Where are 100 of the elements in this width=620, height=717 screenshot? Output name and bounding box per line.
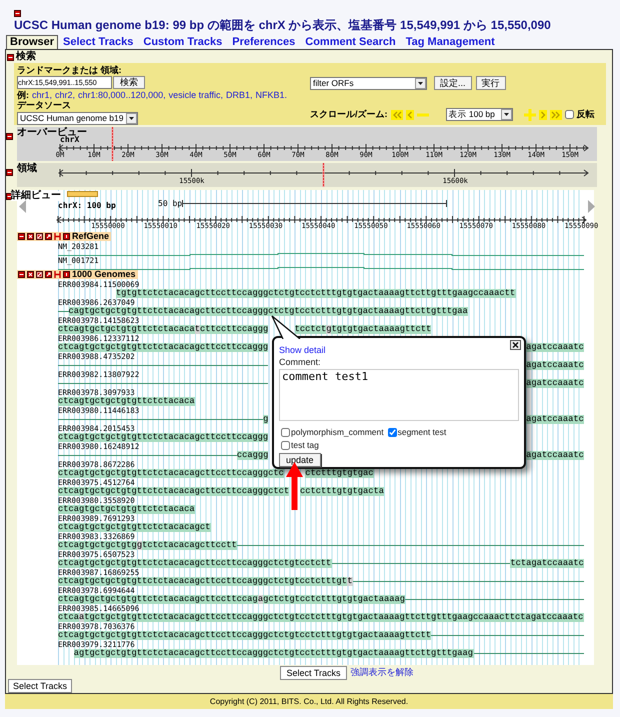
example-link[interactable]: chr1, xyxy=(32,90,52,100)
help-icon[interactable] xyxy=(63,271,70,278)
copyright-text: Copyright (C) 2011, BITS. Co., Ltd. All Rights Reserved. xyxy=(210,696,408,706)
example-link[interactable]: chr2, xyxy=(55,90,76,100)
flip-checkbox[interactable] xyxy=(564,110,574,120)
update-button[interactable]: update xyxy=(279,453,321,467)
sequence-segment: ctcagtgctgctgtg xyxy=(58,541,137,550)
arrow-icon[interactable] xyxy=(45,233,52,240)
sequence-segment: gctctgtcctctttgtgtgactaaaag xyxy=(263,595,406,604)
section-heading: 検索 xyxy=(16,52,36,62)
examples-label: 例: xyxy=(17,90,29,100)
sequence-segment: g xyxy=(263,415,268,424)
tab[interactable]: Preferences xyxy=(227,35,300,49)
region-heading: 領域 xyxy=(17,164,37,174)
collapse-icon[interactable] xyxy=(18,271,25,278)
comment-field[interactable]: comment test1 xyxy=(279,369,519,421)
sequence-segment: ctcagtgctgctgtgttctctacacagct xyxy=(58,523,211,532)
sequence-segment: agatccaaatc xyxy=(526,415,584,424)
collapse-icon[interactable] xyxy=(7,54,14,60)
sequence-segment: tgtgttctctacacagcttccttccagggctctgtcctctttgtgtgactaaaagttcttgtttgaagccaaactt xyxy=(116,289,516,298)
collapse-icon[interactable] xyxy=(6,133,13,140)
landmark-label: ランドマークまたは 領域: xyxy=(17,65,122,75)
sequence-segment: cagtgctgctgtgttctctacacagcttccttccagggctctgtcctctttgtgtgactaaaagttcttgtttgaa xyxy=(68,307,468,316)
mismatch-base: a xyxy=(79,613,84,622)
filter-select[interactable]: filter ORFs xyxy=(310,76,427,90)
chromosome-label: chrX xyxy=(60,136,80,144)
collapse-icon[interactable] xyxy=(14,10,21,17)
sequence-segment: tgtgtgactaaaagttctt xyxy=(331,325,432,334)
h-bar-icon[interactable] xyxy=(54,271,61,278)
select-tracks-tab[interactable]: Select Tracks xyxy=(8,679,72,693)
sequence-segment: ctcagtgctgctgtgttctctacaca xyxy=(58,505,195,514)
scroll-handle[interactable] xyxy=(67,191,98,197)
sequence-segment: cctctttgtgtgacta xyxy=(300,487,384,496)
position-marker xyxy=(111,127,114,161)
collapse-icon[interactable] xyxy=(6,169,13,176)
sequence-segment: agatccaaatc xyxy=(526,361,584,370)
tab[interactable]: Tag Management xyxy=(400,35,500,49)
close-icon[interactable] xyxy=(27,233,34,240)
close-icon[interactable] xyxy=(510,340,521,350)
tab[interactable]: Browser xyxy=(6,35,58,49)
slash-icon[interactable] xyxy=(36,233,43,240)
mismatch-base: g xyxy=(136,541,142,550)
position-marker xyxy=(322,163,325,187)
tag-checkbox[interactable] xyxy=(281,428,290,436)
example-link[interactable]: DRB1, xyxy=(226,90,252,100)
comment-label: Comment: xyxy=(279,357,322,368)
settings-button[interactable]: 設定... xyxy=(434,76,472,90)
mismatch-base: t xyxy=(194,325,200,334)
example-link[interactable]: chr1:80,000..120,000, xyxy=(78,90,166,100)
tab[interactable]: Comment Search xyxy=(300,35,401,49)
example-link[interactable]: NFKB1. xyxy=(255,90,287,100)
help-icon[interactable] xyxy=(63,233,70,240)
detail-heading: 詳細ビュー xyxy=(11,191,61,201)
flip-label: 反転 xyxy=(576,108,594,121)
tag-label: segment test xyxy=(398,427,446,437)
tag-label: polymorphism_comment xyxy=(291,427,384,437)
mismatch-base: t xyxy=(347,577,353,586)
tag-checkbox[interactable] xyxy=(281,440,290,450)
sequence-segment: tgctgctgtgttctctacacagcttccttccagggctctgtcctctttgtgtgactaaaagttcttgtttgaagccaaacttctagatccaaatc xyxy=(84,613,584,622)
zoom-select[interactable]: 表示 100 bp xyxy=(446,108,512,122)
h-bar-icon[interactable] xyxy=(54,233,61,240)
sequence-segment: ctcagtgctgctgtgttctctacacagcttccttccagggctctgtcctctttgt xyxy=(58,577,348,586)
page-title: UCSC Human genome b19: 99 bp の範囲を chrX から表示、塩基番号 15,549,991 から 15,550,090 xyxy=(14,18,552,32)
show-detail-link[interactable]: Show detail xyxy=(279,345,326,356)
close-icon[interactable] xyxy=(27,271,34,278)
sequence-segment: ccaggg xyxy=(236,451,268,460)
sequence-segment: ctcagtgctgctgtgttctctacaca xyxy=(58,397,195,406)
sequence-segment: agatccaaatc xyxy=(526,379,584,388)
track-title: RefGene xyxy=(70,232,112,241)
alignment-line xyxy=(58,311,69,312)
sequence-segment: ctctttgtgtgac xyxy=(305,469,374,478)
sequence-segment: agtgctgctgtgttctctacacagcttccttccagggctctgtcctctttgtgtgactaaaagttcttgtttgaag xyxy=(74,649,474,658)
scroll-zoom-label: スクロール/ズーム: xyxy=(310,108,388,121)
sequence-segment: tctctacacagcttcctt xyxy=(142,541,237,550)
sequence-segment: ctcagtgctgctgtgttctctacacagcttccttccagggctct xyxy=(58,487,290,496)
tab[interactable]: Custom Tracks xyxy=(138,35,228,49)
datasource-select[interactable]: UCSC Human genome b19 xyxy=(17,112,138,125)
example-link[interactable]: vesicle traffic, xyxy=(168,90,223,100)
sequence-segment: ctcagtgctgctgtgttctctacacagcttccttccaggg xyxy=(58,433,268,442)
arrow-icon[interactable] xyxy=(45,271,52,278)
sequence-segment: ctcagtgctgctgtgttctctacacagcttccttccag xyxy=(58,595,258,604)
tab[interactable]: Select Tracks xyxy=(58,35,138,49)
sequence-segment: ctcagtgctgctgtgttctctacacagcttccttccagggctctgtcctctttgtgtgactaaaagttctt xyxy=(58,631,432,640)
run-button[interactable]: 実行 xyxy=(476,76,506,90)
datasource-label: データソース xyxy=(17,100,72,110)
sequence-segment: agatccaaatc xyxy=(526,343,584,352)
select-tracks-button[interactable]: Select Tracks xyxy=(280,666,347,680)
slash-icon[interactable] xyxy=(36,271,43,278)
sequence-segment: tcctct xyxy=(294,325,326,334)
tag-label: test tag xyxy=(291,440,319,450)
sequence-segment: ctcagtgctgctgtgttctctacacagcttccttccagggctctgtcctctt xyxy=(58,559,332,568)
search-button[interactable]: 検索 xyxy=(113,76,145,89)
mismatch-base: a xyxy=(258,595,264,604)
sequence-segment: cttccttccaggg xyxy=(200,325,268,334)
sequence-segment: agatccaaatc xyxy=(526,451,584,460)
track-title: 1000 Genomes xyxy=(70,270,138,279)
sequence-segment: ctcagtgctgctgtgttctctacaca xyxy=(58,325,195,334)
tag-checkbox[interactable] xyxy=(388,428,397,436)
clear-highlight-link[interactable]: 強調表示を解除 xyxy=(350,666,414,680)
collapse-icon[interactable] xyxy=(18,233,25,240)
